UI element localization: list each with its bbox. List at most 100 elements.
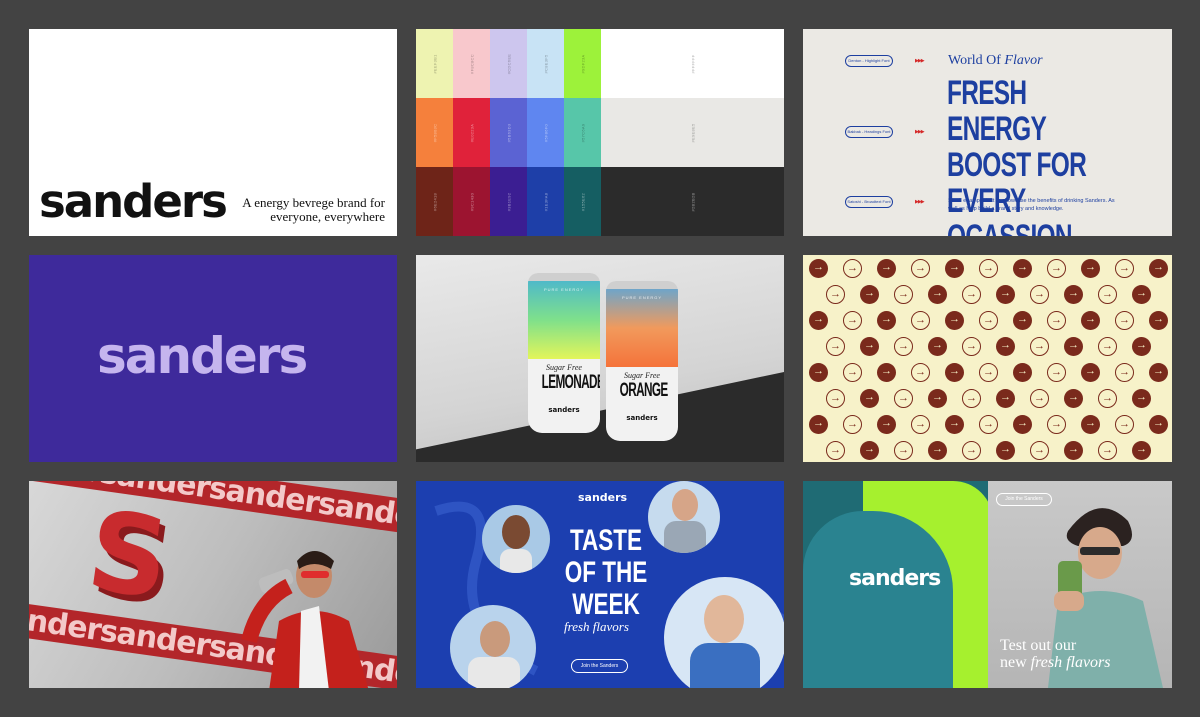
can-brand: sanders: [626, 414, 658, 422]
arrow-circle-icon: →: [877, 415, 896, 434]
arrow-circle-icon: →: [809, 363, 828, 382]
arrow-circle-icon: →: [809, 415, 828, 434]
arrow-circle-icon: →: [996, 441, 1015, 460]
arrow-circle-icon: →: [894, 285, 913, 304]
tile-red-banner: sandersandersandersanders sandersandersa…: [29, 481, 397, 688]
palette-swatch: #EEF3B1: [416, 29, 453, 98]
swatch-hex-label: #F8C8CC: [469, 53, 474, 74]
can-flavor: LEMONADE: [541, 372, 600, 393]
arrow-circle-icon: →: [928, 285, 947, 304]
arrow-circle-icon: →: [843, 415, 862, 434]
swatch-hex-label: #2B2B2B: [690, 191, 696, 212]
arrow-circle-icon: →: [809, 311, 828, 330]
swatch-hex-label: #9C1430: [469, 192, 474, 211]
photo-circle-woman-1: [482, 505, 550, 573]
arrow-circle-icon: →: [877, 363, 896, 382]
arrow-circle-icon: →: [1132, 441, 1151, 460]
arrow-circle-icon: →: [1081, 259, 1100, 278]
swatch-hex-label: #5F86F0: [543, 123, 548, 142]
arrow-circle-icon: →: [894, 441, 913, 460]
tile-arrow-pattern: → → → → → → → → → → → → → → → → → → → → → → → → → → → → → → → → → → → → → → → →…: [803, 255, 1172, 462]
can-orange: PURE ENERGY Sugar Free ORANGE sanders: [606, 281, 678, 441]
arrow-circle-icon: →: [1030, 285, 1049, 304]
promo-headline: Test out our new fresh flavors: [1000, 637, 1111, 671]
typography-kicker: World Of Flavor: [948, 53, 1043, 69]
arrow-circle-icon: →: [962, 441, 981, 460]
swatch-hex-label: #C8E3F5: [543, 54, 548, 73]
can-flavor: ORANGE: [619, 380, 669, 401]
swatch-hex-label: #57C6A9: [580, 123, 585, 142]
arrow-circle-icon: →: [1098, 389, 1117, 408]
person-drinking-image: [241, 551, 369, 688]
arrow-circle-icon: →: [843, 363, 862, 382]
arrow-circle-icon: →: [809, 259, 828, 278]
arrow-circle-icon: →: [1149, 415, 1168, 434]
palette-swatch: #6E2418: [416, 167, 453, 236]
font-pill-highlight: Denton - Highlight Font: [845, 55, 893, 67]
palette-swatch: #E9E8E5: [601, 98, 784, 167]
arrow-circle-icon: →: [1081, 363, 1100, 382]
taste-subtitle: fresh flavors: [564, 619, 629, 634]
palette-swatch: #5B63D3: [490, 98, 527, 167]
arrow-circle-icon: →: [911, 415, 930, 434]
arrow-circle-icon: →: [1115, 363, 1134, 382]
join-button[interactable]: Join the Sanders: [996, 493, 1052, 506]
typography-body: Small example text to showcase the benef…: [948, 198, 1115, 212]
arrow-circle-icon: →: [911, 259, 930, 278]
arrow-circle-icon: →: [1013, 311, 1032, 330]
kicker-italic: Flavor: [1004, 53, 1043, 68]
arrow-circle-icon: →: [894, 389, 913, 408]
arrow-circle-icon: →: [1064, 285, 1083, 304]
join-button[interactable]: Join the Sanders: [571, 659, 628, 673]
arrow-circle-icon: →: [1047, 415, 1066, 434]
arrow-circle-icon: →: [979, 415, 998, 434]
palette-swatch: #5F86F0: [527, 98, 564, 167]
arrow-circle-icon: →: [911, 363, 930, 382]
photo-circle-man-2: [450, 605, 536, 688]
arrow-circle-icon: →: [1098, 285, 1117, 304]
arrow-circle-icon: →: [860, 441, 879, 460]
brand-logo: sanders: [97, 327, 308, 385]
arrow-circle-icon: →: [1030, 389, 1049, 408]
arrow-circle-icon: →: [979, 363, 998, 382]
arrow-circle-icon: →: [1064, 337, 1083, 356]
can-top-text: PURE ENERGY: [543, 287, 585, 292]
arrow-circle-icon: →: [928, 389, 947, 408]
arrow-circle-icon: →: [1064, 389, 1083, 408]
promo-line-1: Test out our: [1000, 637, 1077, 654]
tile-promo: sanders Join the Sanders Test out our ne…: [803, 481, 1172, 688]
photo-circle-man-1: [648, 481, 720, 553]
promo-photo-panel: Join the Sanders Test out our new fresh …: [988, 481, 1172, 688]
palette-swatch: #1E3FA8: [527, 167, 564, 236]
palette-swatch: #E0223A: [453, 98, 490, 167]
can-label: Sugar Free LEMONADE sanders: [528, 359, 600, 433]
tile-logo-purple: sanders: [29, 255, 397, 462]
arrow-circle-icon: →: [1013, 363, 1032, 382]
arrow-circle-icon: →: [979, 259, 998, 278]
tile-typography: Denton - Highlight Font ▶▶▶ Bakbak - Hea…: [803, 29, 1172, 236]
arrow-icon: ▶▶▶: [915, 199, 924, 205]
arrow-icon: ▶▶▶: [915, 129, 924, 135]
arrow-circle-icon: →: [877, 311, 896, 330]
tile-taste-of-week: sanders TASTE OF THE WEEK fresh flavors …: [416, 481, 784, 688]
swatch-hex-label: #6E2418: [432, 192, 437, 211]
arrow-circle-icon: →: [826, 441, 845, 460]
arrow-circle-icon: →: [1064, 441, 1083, 460]
photo-circle-woman-2: [664, 577, 784, 688]
palette-grid: #EEF3B1 #F8C8CC #CDC6EE #C8E3F5 #9DF23A #FFFF…: [416, 29, 784, 236]
can-gradient: [606, 289, 678, 367]
swatch-hex-label: #EEF3B1: [432, 53, 437, 74]
arrow-circle-icon: →: [826, 337, 845, 356]
kicker-plain: World Of: [948, 53, 1001, 68]
arrow-circle-icon: →: [962, 285, 981, 304]
brand-logo: sanders: [849, 566, 941, 591]
arrow-circle-icon: →: [945, 311, 964, 330]
tile-logo-white: sanders A energy bevrege brand for every…: [29, 29, 397, 236]
arrow-circle-icon: →: [1098, 441, 1117, 460]
font-pill-headings: Bakbak - Headings Font: [845, 126, 893, 138]
arrow-circle-icon: →: [996, 389, 1015, 408]
brand-logo: sanders: [578, 491, 628, 504]
arrow-circle-icon: →: [1047, 363, 1066, 382]
can-sugar-free: Sugar Free: [546, 363, 582, 372]
tile-color-palette: #EEF3B1 #F8C8CC #CDC6EE #C8E3F5 #9DF23A #FFFF…: [416, 29, 784, 236]
